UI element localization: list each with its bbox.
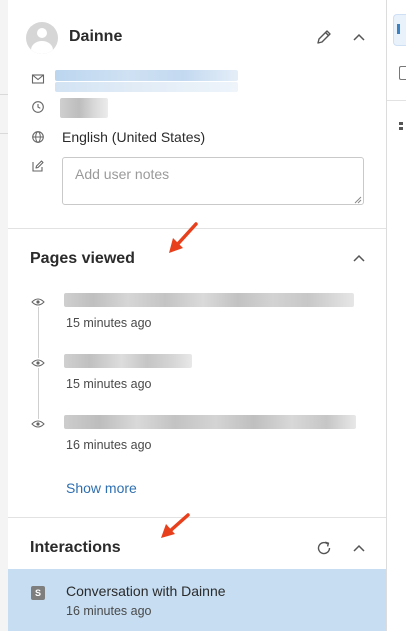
refresh-icon[interactable]	[315, 539, 333, 557]
chevron-up-icon[interactable]	[352, 253, 366, 263]
language-value: English (United States)	[62, 129, 206, 145]
pages-viewed-section: Pages viewed 15 minutes ago 15 minutes a…	[8, 222, 386, 518]
textarea-resize-icon[interactable]	[354, 196, 362, 204]
list-icon[interactable]	[399, 122, 403, 132]
envelope-icon	[31, 74, 45, 84]
clock-icon	[32, 101, 44, 113]
tab-divider	[387, 100, 406, 101]
visitor-details-panel: Dainne English (United States) Add user …	[8, 0, 387, 631]
globe-icon	[32, 131, 44, 143]
email-redacted	[55, 70, 238, 81]
user-notes-input[interactable]	[62, 157, 364, 205]
active-tab[interactable]	[393, 14, 406, 46]
annotation-arrow	[169, 222, 198, 253]
conversation-time: 16 minutes ago	[66, 604, 152, 618]
user-name: Dainne	[69, 28, 123, 45]
page-view-time: 15 minutes ago	[66, 316, 152, 330]
document-icon[interactable]	[399, 66, 406, 80]
conversation-list-item[interactable]: S Conversation with Dainne 16 minutes ag…	[8, 569, 386, 631]
page-url-redacted[interactable]	[64, 415, 356, 429]
pages-viewed-title: Pages viewed	[30, 250, 135, 267]
chevron-up-icon[interactable]	[352, 32, 366, 42]
pencil-icon[interactable]	[314, 27, 334, 47]
local-time-redacted	[60, 98, 108, 118]
interactions-section: Interactions S Conversation with Dainne …	[8, 513, 386, 631]
conversation-title: Conversation with Dainne	[66, 583, 226, 599]
page-view-time: 15 minutes ago	[66, 377, 152, 391]
user-avatar-icon	[26, 22, 58, 54]
chevron-up-icon[interactable]	[352, 543, 366, 553]
eye-icon	[31, 358, 45, 368]
note-edit-icon	[32, 160, 44, 172]
left-pane-divider	[0, 133, 8, 134]
conversation-source-badge: S	[31, 586, 45, 600]
page-url-redacted[interactable]	[64, 354, 192, 368]
left-pane-divider	[0, 94, 8, 95]
interactions-title: Interactions	[30, 539, 121, 556]
page-url-redacted[interactable]	[64, 293, 354, 307]
email-redacted	[55, 82, 238, 92]
eye-icon	[31, 297, 45, 307]
right-tab-strip	[387, 0, 406, 631]
annotation-arrow	[161, 513, 190, 538]
show-more-link[interactable]: Show more	[66, 480, 137, 496]
user-info-section: Dainne English (United States)	[8, 0, 386, 229]
eye-icon	[31, 419, 45, 429]
page-view-time: 16 minutes ago	[66, 438, 152, 452]
